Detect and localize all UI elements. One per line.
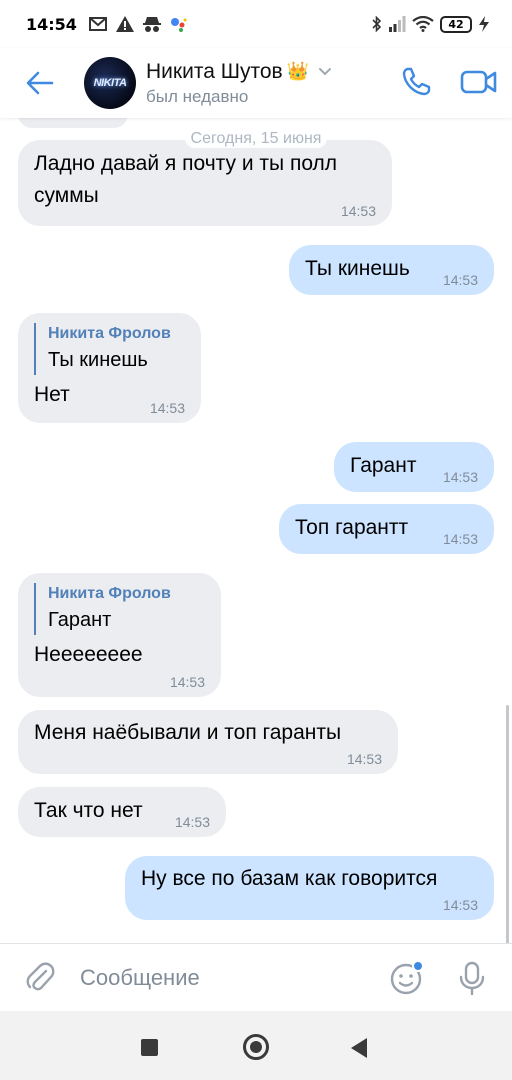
arrow-left-icon xyxy=(26,71,54,95)
battery-icon: 42 xyxy=(440,15,472,33)
charging-icon xyxy=(479,16,489,32)
status-time: 14:54 xyxy=(26,14,77,34)
wifi-icon xyxy=(412,16,434,32)
message-time: 14:53 xyxy=(169,674,205,690)
warning-icon xyxy=(115,16,134,32)
system-nav-bar xyxy=(0,1011,512,1080)
outgoing-message[interactable]: Ну все по базам как говорится 14:53 xyxy=(125,856,494,920)
assistant-icon xyxy=(170,18,187,32)
outgoing-message[interactable]: Топ гарантт 14:53 xyxy=(279,504,494,554)
message-text: Ладно давай я почту и ты полл xyxy=(34,152,338,175)
avatar-text: NIKITA xyxy=(93,77,127,89)
outgoing-message[interactable]: Ты кинешь 14:53 xyxy=(289,245,494,295)
voice-message-button[interactable] xyxy=(454,959,490,997)
attach-button[interactable] xyxy=(22,959,58,995)
reply-text: Гарант xyxy=(48,609,112,631)
outgoing-message[interactable]: Гарант 14:53 xyxy=(334,442,494,492)
bluetooth-icon xyxy=(372,16,382,32)
home-button[interactable] xyxy=(243,1034,269,1060)
reply-quote[interactable]: Никита Фролов Ты кинешь xyxy=(34,323,185,375)
message-time: 14:53 xyxy=(346,751,382,767)
message-time: 14:53 xyxy=(442,897,478,913)
incoming-message[interactable]: Так что нет 14:53 xyxy=(18,787,226,837)
message-time: 14:53 xyxy=(442,531,478,547)
message-time: 14:53 xyxy=(340,203,376,219)
reply-author: Никита Фролов xyxy=(48,585,171,602)
smiley-icon xyxy=(390,960,424,995)
message-time: 14:53 xyxy=(442,272,478,288)
paperclip-icon xyxy=(26,962,55,991)
incoming-message[interactable]: Ладно давай я почту и ты полл суммы 14:5… xyxy=(18,140,392,226)
message-time: 14:53 xyxy=(442,469,478,485)
emoji-button[interactable] xyxy=(389,960,425,996)
video-call-button[interactable] xyxy=(457,62,501,102)
incoming-message[interactable]: Меня наёбывали и топ гаранты 14:53 xyxy=(18,710,398,774)
crown-emoji: 👑 xyxy=(286,61,310,81)
back-button[interactable] xyxy=(20,63,60,103)
message-input[interactable] xyxy=(80,962,370,994)
date-separator: Сегодня, 15 июня xyxy=(0,129,512,148)
contact-name: Никита Шутов xyxy=(146,59,283,83)
message-text: суммы xyxy=(34,184,99,207)
contact-status: был недавно xyxy=(146,86,249,106)
chat-header: NIKITA Никита Шутов 👑 был недавно xyxy=(0,48,512,118)
incoming-message[interactable]: Никита Фролов Гарант Неееееееe 14:53 xyxy=(18,573,221,697)
previous-message-bubble xyxy=(18,118,128,128)
incoming-message[interactable]: Никита Фролов Ты кинешь Нет 14:53 xyxy=(18,313,201,423)
microphone-icon xyxy=(459,961,485,995)
message-text: Ну все по базам как говорится xyxy=(141,867,438,890)
message-time: 14:53 xyxy=(149,400,185,416)
message-text: Меня наёбывали и топ гаранты xyxy=(34,721,342,744)
signal-icon xyxy=(389,16,406,32)
system-back-button[interactable] xyxy=(351,1038,367,1058)
recent-apps-button[interactable] xyxy=(141,1039,158,1056)
scrollbar[interactable] xyxy=(506,705,509,943)
message-time: 14:53 xyxy=(174,814,210,830)
message-text: Неееееееe xyxy=(34,643,143,666)
gmail-icon xyxy=(88,17,107,31)
status-bar: 14:54 42 xyxy=(0,0,512,48)
reply-author: Никита Фролов xyxy=(48,325,171,342)
incognito-icon xyxy=(142,17,161,32)
reply-text: Ты кинешь xyxy=(48,349,148,371)
reply-quote[interactable]: Никита Фролов Гарант xyxy=(34,583,205,635)
message-composer xyxy=(0,943,512,1011)
call-button[interactable] xyxy=(396,62,436,102)
chevron-down-icon xyxy=(319,67,332,75)
message-list[interactable]: Сегодня, 15 июня Ладно давай я почту и т… xyxy=(0,118,512,943)
video-camera-icon xyxy=(460,70,497,94)
contact-info[interactable]: Никита Шутов 👑 был недавно xyxy=(146,60,333,107)
phone-icon xyxy=(402,67,431,96)
avatar[interactable]: NIKITA xyxy=(84,57,136,109)
